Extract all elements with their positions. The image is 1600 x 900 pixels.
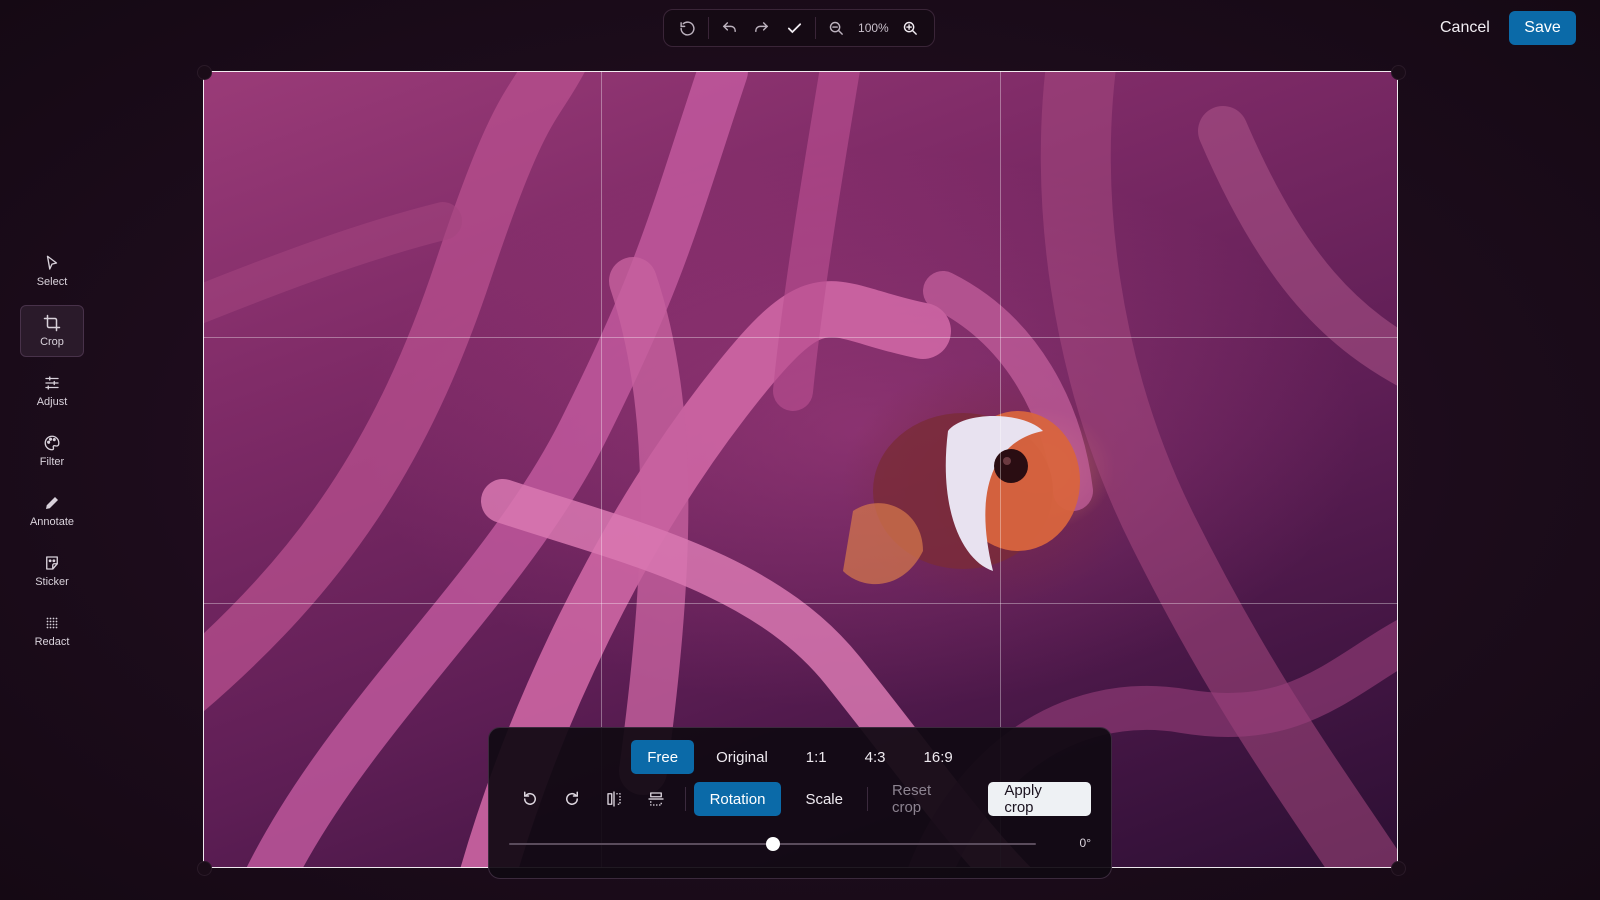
rail-item-sticker[interactable]: Sticker <box>20 545 84 597</box>
ratio-1-1-button[interactable]: 1:1 <box>790 740 843 774</box>
rail-item-label: Redact <box>34 636 70 648</box>
scale-mode-button[interactable]: Scale <box>789 782 859 816</box>
rotate-right-icon[interactable] <box>551 782 593 816</box>
rotation-mode-button[interactable]: Rotation <box>693 782 782 816</box>
rail-item-label: Crop <box>40 336 64 348</box>
ratio-free-button[interactable]: Free <box>631 740 695 774</box>
redo-icon[interactable] <box>746 13 777 43</box>
tools-divider <box>684 787 686 811</box>
tools-divider <box>866 787 868 811</box>
reset-crop-button[interactable]: Reset crop <box>876 782 980 816</box>
undo-icon[interactable] <box>714 13 745 43</box>
ratio-original-button[interactable]: Original <box>700 740 784 774</box>
rail-item-label: Select <box>36 276 68 288</box>
zoom-in-icon[interactable] <box>895 13 926 43</box>
toolbar-divider <box>707 17 709 39</box>
ratio-4-3-button[interactable]: 4:3 <box>849 740 902 774</box>
rail-item-adjust[interactable]: Adjust <box>20 365 84 417</box>
pencil-icon <box>46 497 58 509</box>
rail-item-label: Filter <box>39 456 65 468</box>
rail-item-filter[interactable]: Filter <box>20 425 84 477</box>
rail-item-label: Sticker <box>35 576 69 588</box>
cancel-button[interactable]: Cancel <box>1428 12 1502 44</box>
flip-horizontal-icon[interactable] <box>593 782 635 816</box>
rail-item-label: Adjust <box>36 396 68 408</box>
checkmark-icon[interactable] <box>779 13 810 43</box>
save-button[interactable]: Save <box>1509 11 1576 45</box>
rotate-left-icon[interactable] <box>509 782 551 816</box>
sliders-icon <box>45 376 59 390</box>
ratio-16-9-button[interactable]: 16:9 <box>908 740 969 774</box>
toolbar-divider <box>814 17 816 39</box>
crop-grid-line <box>203 603 1398 604</box>
redact-dots-icon <box>46 617 58 629</box>
rail-item-label: Annotate <box>29 516 75 528</box>
tool-rail: Select Crop Adjust Filter Annotate Stick… <box>20 245 84 665</box>
rail-item-crop[interactable]: Crop <box>20 305 84 357</box>
rotation-slider-thumb[interactable] <box>765 837 780 851</box>
zoom-out-icon[interactable] <box>821 13 852 43</box>
aspect-ratio-row: Free Original 1:1 4:3 16:9 <box>489 740 1111 774</box>
cursor-icon <box>46 255 58 270</box>
top-toolbar: 100% <box>663 9 935 47</box>
crop-handle-bottom-left[interactable] <box>197 861 212 876</box>
crop-handle-bottom-right[interactable] <box>1391 861 1406 876</box>
crop-handle-top-left[interactable] <box>197 65 212 80</box>
reset-icon[interactable] <box>672 13 703 43</box>
crop-grid-line <box>203 337 1398 338</box>
apply-crop-button[interactable]: Apply crop <box>988 782 1092 816</box>
rail-item-select[interactable]: Select <box>20 245 84 297</box>
crop-handle-top-right[interactable] <box>1391 65 1406 80</box>
flip-vertical-icon[interactable] <box>635 782 677 816</box>
sticker-icon <box>46 556 58 570</box>
rail-item-annotate[interactable]: Annotate <box>20 485 84 537</box>
rotation-slider-row: 0° <box>509 832 1091 856</box>
crop-icon <box>43 314 61 332</box>
rotation-value: 0° <box>1079 836 1091 850</box>
rail-item-redact[interactable]: Redact <box>20 605 84 657</box>
palette-icon <box>44 435 60 451</box>
zoom-level: 100% <box>858 21 889 35</box>
crop-panel: Free Original 1:1 4:3 16:9 Rotation Scal… <box>488 727 1112 879</box>
crop-tools-row: Rotation Scale Reset crop Apply crop <box>509 782 1092 816</box>
